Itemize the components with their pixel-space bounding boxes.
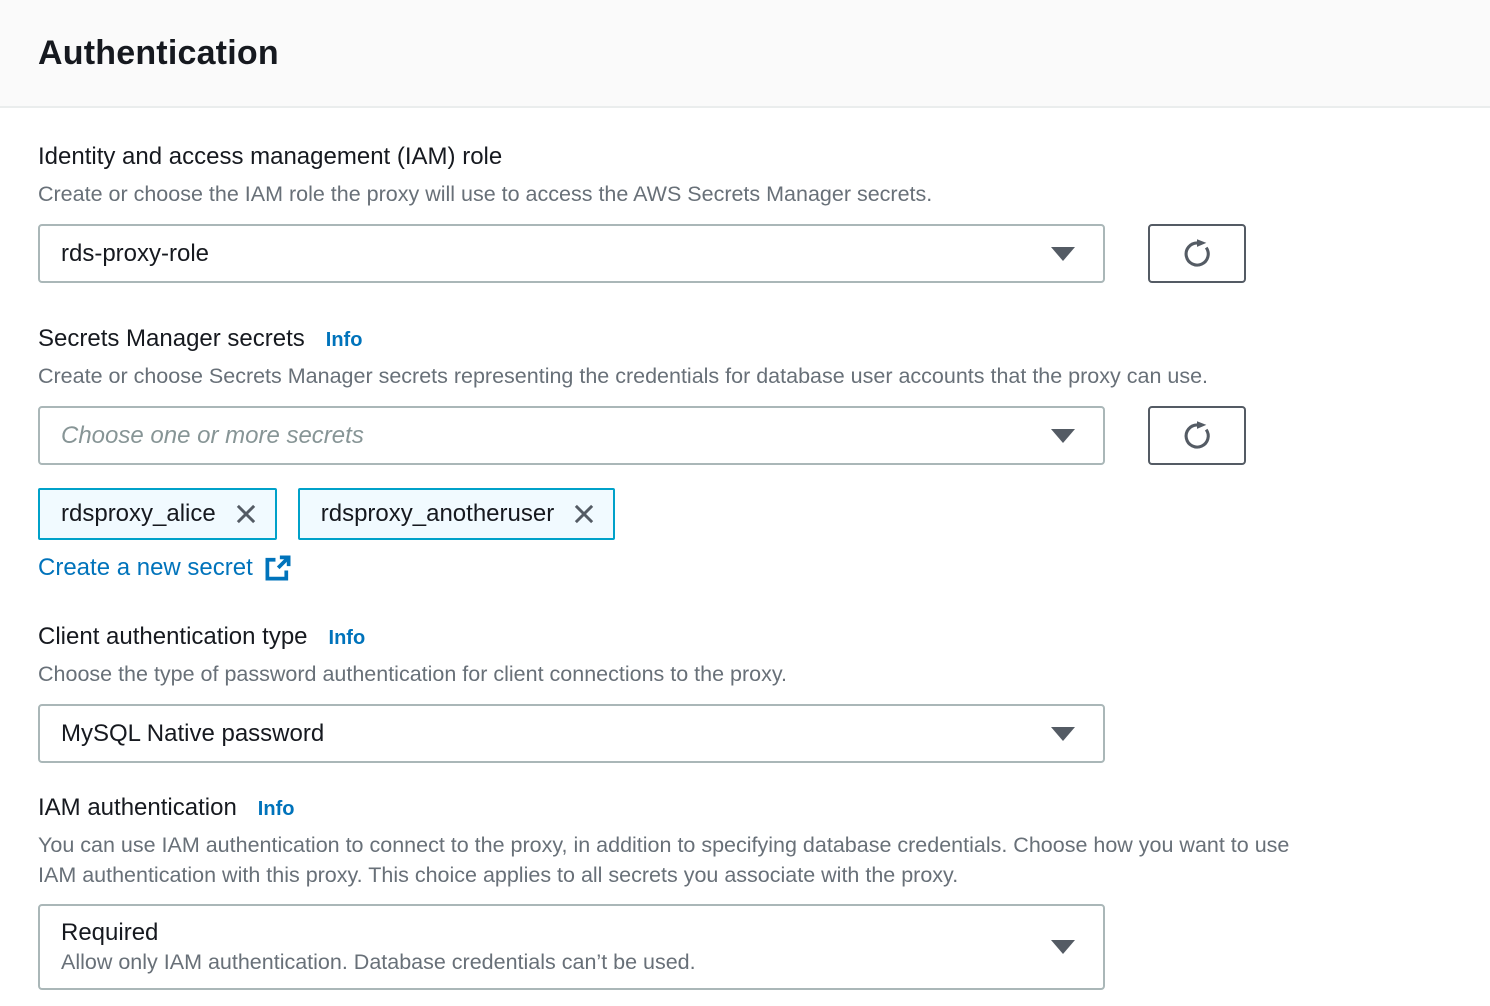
close-icon [233,515,259,530]
iam-role-description: Create or choose the IAM role the proxy … [38,179,1464,209]
refresh-icon [1181,420,1213,452]
close-icon [571,515,597,530]
secrets-select-placeholder: Choose one or more secrets [61,422,364,450]
secret-tag: rdsproxy_anotheruser [298,488,615,540]
secrets-description: Create or choose Secrets Manager secrets… [38,361,1464,391]
external-link-icon [264,555,291,582]
iam-role-label-row: Identity and access management (IAM) rol… [38,142,1464,172]
secret-tag: rdsproxy_alice [38,488,277,540]
client-auth-info-link[interactable]: Info [329,627,366,650]
caret-down-icon [1050,428,1076,444]
client-auth-select-value: MySQL Native password [61,720,324,748]
caret-down-icon [1050,939,1076,955]
iam-role-select-value: rds-proxy-role [61,240,209,268]
iam-role-control-row: rds-proxy-role [38,224,1464,283]
secrets-control-row: Choose one or more secrets [38,406,1464,465]
iam-auth-control-row: Required Allow only IAM authentication. … [38,904,1464,990]
authentication-panel: Authentication Identity and access manag… [0,0,1490,990]
iam-auth-description-line1: You can use IAM authentication to connec… [38,830,1464,860]
iam-auth-select-value: Required [61,919,158,947]
iam-auth-label-row: IAM authentication Info [38,793,1464,823]
panel-header: Authentication [0,0,1490,108]
client-auth-select[interactable]: MySQL Native password [38,704,1105,763]
secret-tag-label: rdsproxy_anotheruser [321,500,554,528]
panel-title: Authentication [38,34,279,73]
field-iam-auth: IAM authentication Info You can use IAM … [38,793,1464,990]
client-auth-label-row: Client authentication type Info [38,622,1464,652]
iam-auth-description-line2: IAM authentication with this proxy. This… [38,860,1464,890]
iam-role-label: Identity and access management (IAM) rol… [38,142,502,172]
create-secret-link[interactable]: Create a new secret [38,554,253,582]
selected-secrets-row: rdsproxy_alice rdsproxy_anotheruser [38,488,1464,540]
secrets-refresh-button[interactable] [1148,406,1246,465]
iam-auth-info-link[interactable]: Info [258,798,295,821]
secrets-info-link[interactable]: Info [326,329,363,352]
client-auth-description: Choose the type of password authenticati… [38,659,1464,689]
secrets-label-row: Secrets Manager secrets Info [38,324,1464,354]
iam-auth-select[interactable]: Required Allow only IAM authentication. … [38,904,1105,990]
secrets-label: Secrets Manager secrets [38,324,305,354]
field-client-auth: Client authentication type Info Choose t… [38,622,1464,763]
secret-tag-remove-button[interactable] [571,501,597,527]
client-auth-control-row: MySQL Native password [38,704,1464,763]
field-secrets: Secrets Manager secrets Info Create or c… [38,324,1464,582]
iam-auth-select-value-description: Allow only IAM authentication. Database … [61,950,696,975]
create-secret-link-row: Create a new secret [38,554,1464,582]
caret-down-icon [1050,246,1076,262]
secrets-select[interactable]: Choose one or more secrets [38,406,1105,465]
caret-down-icon [1050,726,1076,742]
secret-tag-remove-button[interactable] [233,501,259,527]
secret-tag-label: rdsproxy_alice [61,500,216,528]
iam-role-select[interactable]: rds-proxy-role [38,224,1105,283]
panel-content: Identity and access management (IAM) rol… [0,108,1490,990]
field-iam-role: Identity and access management (IAM) rol… [38,142,1464,283]
iam-role-refresh-button[interactable] [1148,224,1246,283]
iam-auth-label: IAM authentication [38,793,237,823]
iam-auth-description: You can use IAM authentication to connec… [38,830,1464,890]
client-auth-label: Client authentication type [38,622,308,652]
refresh-icon [1181,238,1213,270]
